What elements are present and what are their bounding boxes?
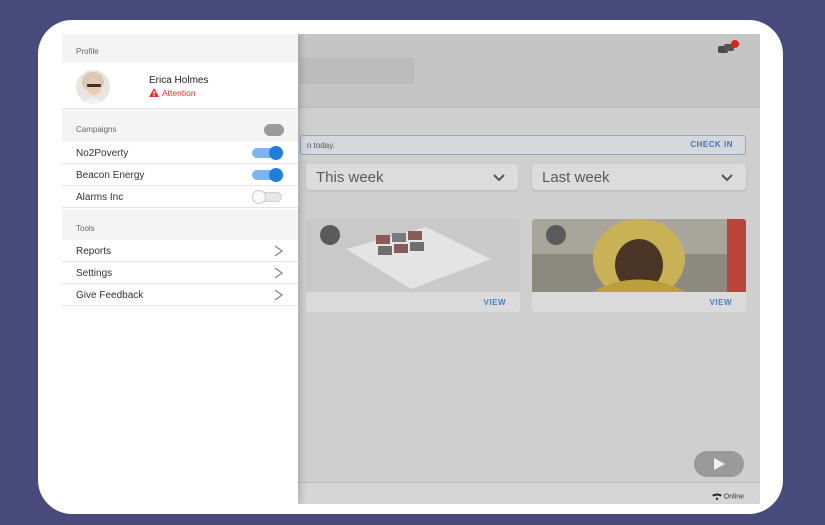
tools-item-label: Reports — [76, 246, 112, 257]
campaign-label: Beacon Energy — [76, 170, 145, 181]
campaign-label: Alarms Inc — [76, 192, 124, 203]
media-card-video[interactable]: VIEW — [532, 219, 746, 312]
section-title: Campaigns — [76, 125, 117, 134]
chevron-right-icon — [274, 245, 283, 257]
user-status: Attention — [149, 88, 196, 98]
tools-item-give-feedback[interactable]: Give Feedback — [62, 284, 298, 306]
warning-icon — [149, 88, 159, 97]
user-status-label: Attention — [162, 88, 196, 98]
select-label: This week — [316, 169, 384, 186]
header-placeholder — [300, 58, 414, 84]
section-title: Tools — [76, 224, 95, 233]
tools-item-settings[interactable]: Settings — [62, 262, 298, 284]
play-button[interactable] — [694, 451, 744, 477]
view-button[interactable]: VIEW — [484, 298, 506, 307]
period-select-last-week[interactable]: Last week — [532, 164, 746, 190]
messages-icon[interactable] — [717, 40, 739, 56]
wifi-icon — [711, 493, 722, 500]
campaigns-section-header: Campaigns — [62, 109, 298, 142]
chevron-right-icon — [274, 267, 283, 279]
campaign-row-no2poverty: No2Poverty — [62, 142, 298, 164]
avatar — [76, 70, 110, 104]
profile-section-header: Profile — [62, 34, 298, 63]
campaign-toggle[interactable] — [252, 146, 283, 160]
campaign-link-icon[interactable] — [264, 124, 284, 136]
checkin-button[interactable]: CHECK IN — [690, 140, 733, 149]
app-screen: n today. CHECK IN This week Last week VI… — [62, 34, 760, 504]
navigation-drawer: Profile Erica Holmes Attention Campaigns — [62, 34, 298, 504]
view-button[interactable]: VIEW — [710, 298, 732, 307]
checkin-text: n today. — [307, 141, 335, 150]
media-card-document[interactable]: VIEW — [306, 219, 520, 312]
video-type-icon — [546, 225, 566, 245]
chevron-down-icon — [721, 174, 733, 182]
campaign-toggle[interactable] — [252, 168, 283, 182]
tools-item-reports[interactable]: Reports — [62, 240, 298, 262]
tools-item-label: Settings — [76, 268, 113, 279]
tools-section-header: Tools — [62, 209, 298, 240]
network-status-label: Online — [723, 493, 744, 500]
section-title: Profile — [76, 47, 99, 56]
network-status: Online — [711, 493, 744, 500]
profile-row[interactable]: Erica Holmes Attention — [62, 63, 298, 109]
user-name: Erica Holmes — [149, 75, 209, 86]
campaign-row-alarms-inc: Alarms Inc — [62, 186, 298, 208]
campaign-row-beacon-energy: Beacon Energy — [62, 164, 298, 186]
campaign-label: No2Poverty — [76, 148, 129, 159]
select-label: Last week — [542, 169, 610, 186]
play-icon — [714, 458, 725, 470]
tools-item-label: Give Feedback — [76, 290, 144, 301]
checkin-banner: n today. CHECK IN — [300, 135, 746, 155]
campaign-toggle[interactable] — [252, 190, 282, 204]
chevron-down-icon — [493, 174, 505, 182]
chevron-right-icon — [274, 289, 283, 301]
period-select-this-week[interactable]: This week — [306, 164, 518, 190]
document-type-icon — [320, 225, 340, 245]
